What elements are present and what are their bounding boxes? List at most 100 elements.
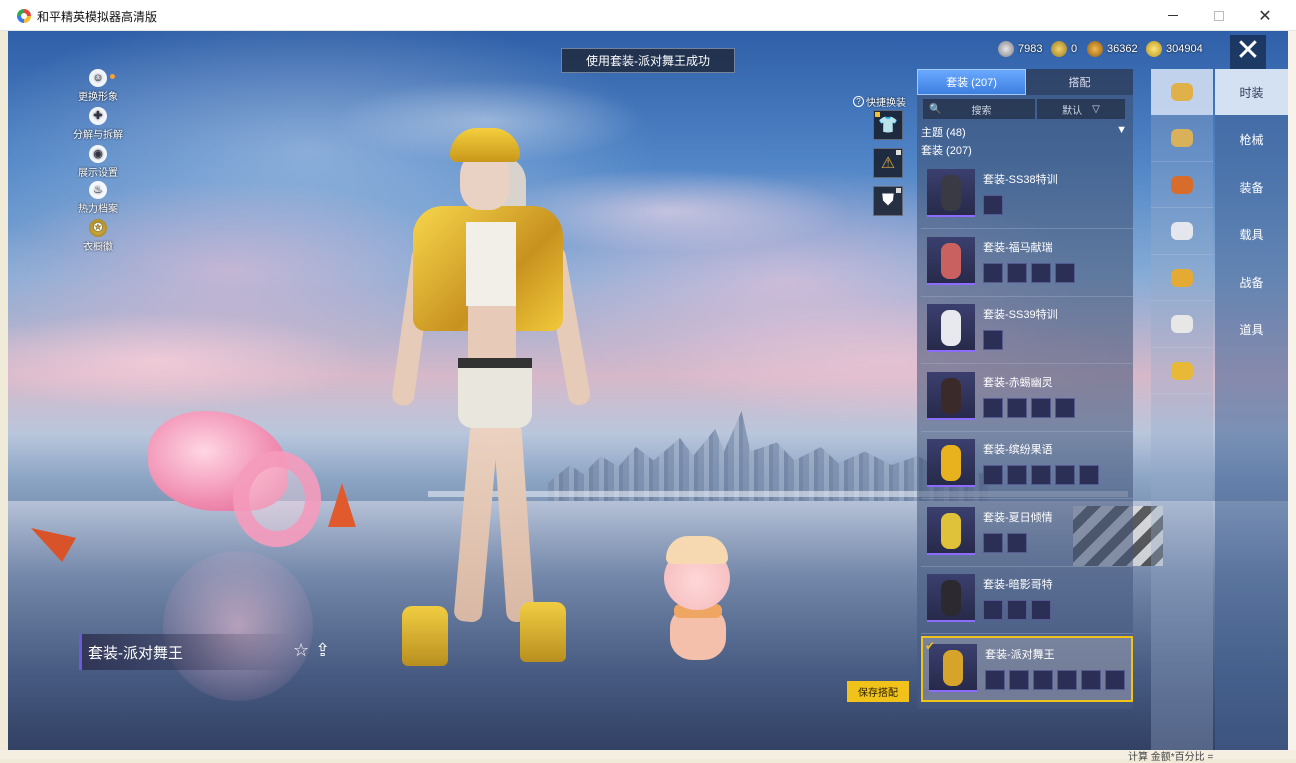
category-tab[interactable]: 枪械 xyxy=(1215,117,1288,163)
desktop-text-fragment: 计算 金额*百分比 = xyxy=(1128,752,1214,763)
quick-change-outfit-button[interactable]: 👕 xyxy=(873,110,903,140)
search-icon: 🔍 xyxy=(929,103,942,115)
window-close-button[interactable]: ✕ xyxy=(1242,0,1288,31)
chevron-down-icon: ▽ xyxy=(1092,103,1100,115)
left-menu-heat-archive[interactable]: ♨ 热力档案 xyxy=(68,181,128,215)
rail-category[interactable] xyxy=(1151,255,1213,301)
outfit-list-item[interactable]: 套装-SS39特训 xyxy=(921,298,1133,364)
desktop-bottom-strip: 计算 金额*百分比 = xyxy=(0,750,1296,763)
currency-bronze[interactable]: 36362 xyxy=(1087,40,1138,58)
character-gold-cap xyxy=(450,128,520,162)
desktop-background-strip xyxy=(1288,31,1296,759)
maximize-button[interactable] xyxy=(1196,0,1242,31)
left-menu-change-appearance[interactable]: ☺ 更换形象 xyxy=(68,69,128,103)
outfit-part-thumb xyxy=(1007,465,1027,485)
outfit-part-thumb xyxy=(1031,262,1051,283)
left-menu-label: 热力档案 xyxy=(78,204,118,215)
vehicle-icon xyxy=(1171,315,1193,333)
search-input[interactable]: 🔍 搜索 xyxy=(923,99,1035,119)
outfit-thumbnail xyxy=(929,643,977,692)
rail-category[interactable] xyxy=(1151,209,1213,255)
outfit-part-thumb xyxy=(983,600,1003,620)
tab-outfits[interactable]: 套装 (207) xyxy=(917,69,1026,95)
left-menu-label: 衣橱徽 xyxy=(83,242,113,253)
currency-value: 0 xyxy=(1071,43,1078,55)
helmet-icon xyxy=(1171,129,1193,147)
save-outfit-button[interactable]: 保存搭配 xyxy=(847,681,909,702)
outfit-list-item[interactable]: 套装-派对舞王 ✔ xyxy=(921,635,1133,702)
player-character[interactable] xyxy=(388,126,598,671)
outfit-part-thumb xyxy=(1031,397,1051,418)
quick-change-shield-button[interactable]: ⛊ xyxy=(873,186,903,216)
indicator-dot xyxy=(896,188,901,193)
character-boot-left xyxy=(402,606,448,666)
outfit-name: 套装-暗影哥特 xyxy=(983,579,1053,591)
outfit-list-item[interactable]: 套装-赤蜴幽灵 xyxy=(921,366,1133,432)
outfit-part-thumb xyxy=(1079,465,1099,485)
character-leg-right xyxy=(493,421,535,623)
outfit-name: 套装-夏日倾情 xyxy=(983,511,1053,524)
outfit-part-thumb xyxy=(1033,669,1053,690)
badge-icon: ⚠ xyxy=(880,155,896,172)
currency-gold[interactable]: 304904 xyxy=(1146,40,1203,58)
minimize-button[interactable] xyxy=(1150,0,1196,31)
outfit-list-item[interactable]: 套装-夏日倾情 xyxy=(921,501,1133,567)
category-icon-rail xyxy=(1151,69,1213,750)
rail-category[interactable] xyxy=(1151,69,1213,115)
theme-filter-label: 主题 (48) xyxy=(921,127,966,139)
sort-select[interactable]: 默认 ▽ xyxy=(1037,99,1125,119)
share-icon[interactable]: ⇪ xyxy=(315,640,330,661)
window-titlebar: 和平精英模拟器高清版 ✕ xyxy=(0,0,1296,31)
gold-token-icon xyxy=(1051,41,1067,57)
category-tab[interactable]: 时装 xyxy=(1215,69,1288,115)
outfit-parts xyxy=(983,532,1027,553)
currency-value: 36362 xyxy=(1107,43,1138,55)
set-filter[interactable]: 套装 (207) xyxy=(921,142,972,158)
left-menu-wardrobe-badge[interactable]: ✪ 衣橱徽 xyxy=(68,219,128,253)
accessory-icon xyxy=(1171,268,1193,287)
left-menu-display-settings[interactable]: ◉ 展示设置 xyxy=(68,145,128,179)
traffic-cone xyxy=(328,483,356,527)
category-tab[interactable]: 载具 xyxy=(1215,212,1288,258)
outfit-list-item[interactable]: 套装-福马献瑞 xyxy=(921,231,1133,297)
favorite-star-icon[interactable]: ☆ xyxy=(293,640,309,661)
maximize-icon xyxy=(1214,10,1224,21)
outfit-parts xyxy=(983,262,1075,283)
motorbike-reflection xyxy=(163,551,313,701)
currency-silver[interactable]: 7983 xyxy=(998,40,1042,58)
category-tabs: 时装 枪械 装备 载具 战备 道具 xyxy=(1215,69,1288,750)
outfit-name: 套装-赤蜴幽灵 xyxy=(983,376,1053,389)
outfit-list-item[interactable]: 套装-SS38特训 xyxy=(921,163,1133,229)
rail-category[interactable] xyxy=(1151,302,1213,348)
category-tab[interactable]: 装备 xyxy=(1215,164,1288,210)
outfit-list-item[interactable]: 套装-暗影哥特 xyxy=(921,568,1133,634)
category-tab[interactable]: 战备 xyxy=(1215,259,1288,305)
game-viewport[interactable]: 使用套装-派对舞王成功 7983 0 36362 304904 ✕ ☺ 更换形象… xyxy=(8,31,1288,750)
mascot-hat xyxy=(666,536,728,564)
window-title: 和平精英模拟器高清版 xyxy=(37,10,158,24)
weapon-skin-icon xyxy=(1171,175,1193,194)
outfit-part-thumb xyxy=(1057,669,1077,690)
bronze-coin-icon xyxy=(1087,41,1103,57)
quick-change-label[interactable]: ? 快捷换装 xyxy=(853,94,906,109)
rail-category[interactable] xyxy=(1151,116,1213,162)
category-tab[interactable]: 道具 xyxy=(1215,307,1288,353)
outfit-part-thumb xyxy=(983,465,1003,485)
eye-icon: ◉ xyxy=(89,145,107,163)
character-top xyxy=(466,222,516,306)
checkmark-icon: ✔ xyxy=(925,638,936,653)
outfit-part-thumb xyxy=(1055,262,1075,283)
outfit-thumbnail xyxy=(927,371,975,420)
rail-category[interactable] xyxy=(1151,162,1213,208)
outfit-list-item[interactable]: 套装-缤纷果语 xyxy=(921,433,1133,499)
theme-filter[interactable]: 主题 (48) ▼ xyxy=(921,124,1127,140)
tab-combos[interactable]: 搭配 xyxy=(1026,69,1133,95)
character-belt xyxy=(458,358,532,368)
quick-change-badge-button[interactable]: ⚠ xyxy=(873,148,903,178)
character-leg-left xyxy=(453,421,499,623)
close-wardrobe-button[interactable]: ✕ xyxy=(1230,35,1266,69)
rail-category[interactable] xyxy=(1151,348,1213,394)
character-boot-right xyxy=(520,602,566,662)
left-menu-decompose[interactable]: ✚ 分解与拆解 xyxy=(68,107,128,141)
currency-gold-token[interactable]: 0 xyxy=(1051,40,1077,58)
